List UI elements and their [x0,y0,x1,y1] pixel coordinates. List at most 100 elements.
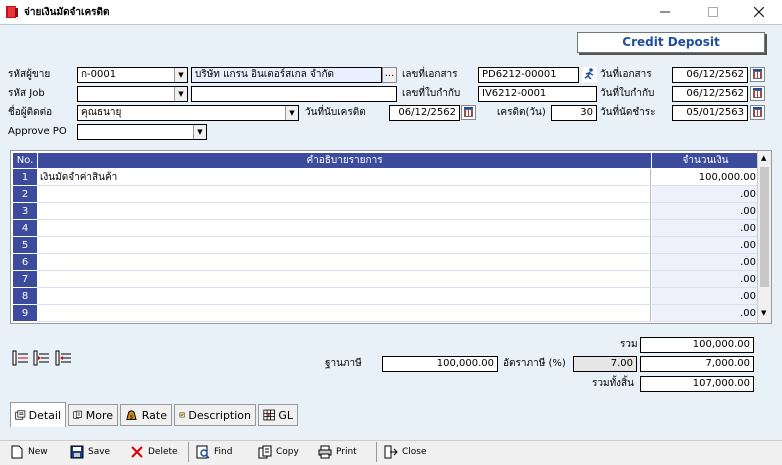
rate-icon: $ [126,410,137,421]
insert-row-icon[interactable] [12,350,30,366]
tab-detail[interactable]: Detail [10,402,66,427]
minimize-button[interactable] [642,0,688,24]
tab-rate[interactable]: $ Rate [120,404,172,426]
chevron-down-icon[interactable]: ▼ [285,106,298,120]
detail-grid[interactable]: No. คำอธิบายรายการ จำนวนเงิน 1 เงินมัดจำ… [10,150,772,324]
row-number[interactable]: 4 [13,220,37,237]
title-bar: จ่ายเงินมัดจำเครดิต [0,0,782,24]
close-button[interactable] [736,0,782,24]
grid-header-amount[interactable]: จำนวนเงิน [652,153,759,168]
doc-date-field[interactable]: 06/12/2562 [672,67,748,83]
tax-base-field[interactable]: 100,000.00 [382,356,498,372]
row-amount[interactable]: .00 [652,254,759,271]
maximize-button[interactable] [690,0,736,24]
tab-more[interactable]: More [68,404,118,426]
row-desc[interactable] [38,305,651,322]
tax-rate-field[interactable]: 7.00 [573,356,637,372]
app-icon [6,6,18,18]
row-desc[interactable] [38,254,651,271]
credit-days-field[interactable]: 30 [551,105,597,121]
job-name-field[interactable] [191,86,397,102]
job-code-label: รหัส Job [8,88,45,99]
delete-button[interactable]: Delete [130,443,178,461]
row-desc[interactable] [38,220,651,237]
row-amount[interactable]: .00 [652,288,759,305]
credit-days-label: เครดิต(วัน) [497,107,546,118]
new-button[interactable]: New [10,443,48,461]
row-amount[interactable]: .00 [652,271,759,288]
due-date-label: วันที่นัดชำระ [600,107,656,118]
row-number[interactable]: 2 [13,186,37,203]
job-code-combo[interactable]: ▼ [77,86,188,102]
credit-start-field[interactable]: 06/12/2562 [389,105,460,121]
scroll-up-icon[interactable]: ▲ [761,154,766,162]
due-date-calendar-button[interactable] [750,105,765,120]
delete-x-icon [131,446,143,458]
scrollbar-thumb[interactable] [760,167,769,287]
chevron-down-icon[interactable]: ▼ [193,125,206,139]
tab-label: More [85,408,113,422]
row-amount[interactable]: .00 [652,305,759,322]
row-amount[interactable]: .00 [652,237,759,254]
detail-icon [15,410,26,420]
row-amount[interactable]: .00 [652,186,759,203]
supplier-code-combo[interactable]: ก-0001 ▼ [77,67,188,83]
supplier-browse-button[interactable]: ... [382,67,397,83]
row-number[interactable]: 3 [13,203,37,220]
invoice-date-calendar-button[interactable] [750,86,765,101]
grid-header-no[interactable]: No. [13,153,37,168]
append-row-icon[interactable] [33,350,51,366]
grid-vertical-scrollbar[interactable]: ▲ ▼ [757,151,771,323]
tax-base-label: ฐานภาษี [325,358,362,369]
copy-button[interactable]: Copy [258,443,299,461]
window-title: จ่ายเงินมัดจำเครดิต [24,7,110,18]
scroll-down-icon[interactable]: ▼ [761,309,766,317]
row-amount[interactable]: 100,000.00 [652,169,759,186]
supplier-code-label: รหัสผู้ขาย [8,69,51,80]
row-number[interactable]: 8 [13,288,37,305]
supplier-code-value: ก-0001 [81,69,117,80]
tab-label: GL [278,408,293,422]
save-button[interactable]: Save [70,443,110,461]
doc-no-label: เลขที่เอกสาร [402,69,458,80]
doc-no-field[interactable]: PD6212-00001 [478,67,579,83]
close-form-button[interactable]: Close [384,443,427,461]
credit-start-calendar-button[interactable] [461,105,476,120]
due-date-field[interactable]: 05/01/2563 [672,105,748,121]
credit-deposit-button[interactable]: Credit Deposit [577,32,765,53]
row-desc[interactable]: เงินมัดจำค่าสินค้า [38,169,651,186]
find-button[interactable]: Find [196,443,232,461]
row-number[interactable]: 7 [13,271,37,288]
chevron-down-icon[interactable]: ▼ [174,68,187,82]
tab-description[interactable]: Description [174,404,256,426]
calendar-grid-icon [464,109,473,117]
row-amount[interactable]: .00 [652,220,759,237]
printer-icon [318,445,332,459]
grid-header-desc[interactable]: คำอธิบายรายการ [38,153,651,168]
row-desc[interactable] [38,237,651,254]
tab-label: Detail [28,408,61,422]
row-amount[interactable]: .00 [652,203,759,220]
print-button[interactable]: Print [318,443,357,461]
tab-gl[interactable]: GL [258,404,298,426]
row-desc[interactable] [38,288,651,305]
row-number[interactable]: 5 [13,237,37,254]
description-icon [179,412,185,418]
row-number[interactable]: 9 [13,305,37,322]
contact-combo[interactable]: คุณธนายุ ▼ [77,105,299,121]
row-desc[interactable] [38,271,651,288]
doc-date-calendar-button[interactable] [750,67,765,82]
row-desc[interactable] [38,203,651,220]
total-field: 100,000.00 [640,337,754,353]
running-man-icon[interactable] [582,67,597,82]
row-number[interactable]: 1 [13,169,37,186]
calendar-grid-icon [753,71,762,79]
invoice-date-field[interactable]: 06/12/2562 [672,86,748,102]
tax-amount-field[interactable]: 7,000.00 [640,356,754,372]
invoice-no-field[interactable]: IV6212-0001 [478,86,597,102]
row-desc[interactable] [38,186,651,203]
chevron-down-icon[interactable]: ▼ [174,87,187,101]
approve-po-combo[interactable]: ▼ [77,124,207,140]
delete-row-icon[interactable] [55,350,73,366]
row-number[interactable]: 6 [13,254,37,271]
